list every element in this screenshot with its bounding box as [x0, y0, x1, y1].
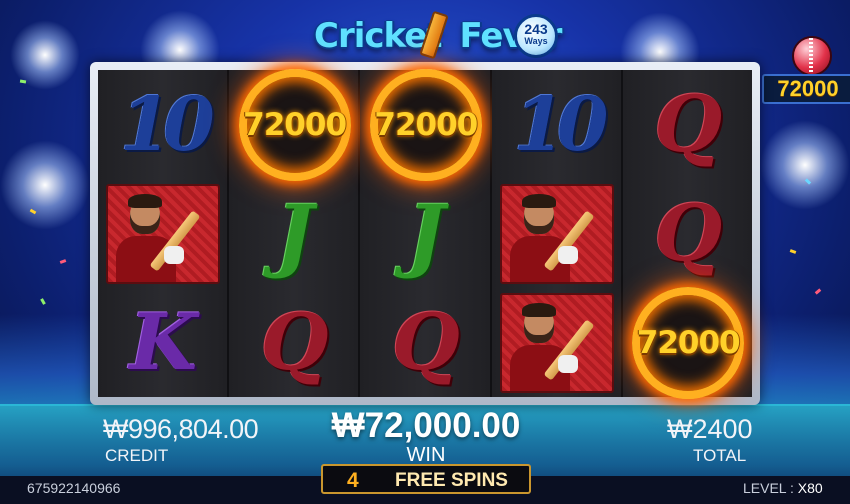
free-spins-count: 4 — [347, 469, 359, 492]
symbol-k-glyph: K — [129, 296, 198, 388]
player-glove — [164, 245, 185, 264]
stadium-light — [760, 120, 850, 210]
cricket-ball-icon — [792, 36, 832, 76]
confetti — [814, 288, 822, 295]
symbol-10: 10 — [98, 70, 229, 179]
game-logo: Cricket Fever 243 Ways — [308, 8, 562, 64]
symbol-q-glyph: Q — [654, 187, 723, 279]
symbol-cricketer — [492, 179, 623, 288]
jackpot-box: 72000 — [762, 74, 850, 104]
player-hair — [522, 193, 556, 208]
free-spins-label: FREE SPINS — [395, 470, 508, 491]
symbol-cricketer — [492, 288, 623, 397]
credit-value: ₩996,804.00 — [103, 414, 259, 444]
fire-ball-value: 72000 — [636, 324, 741, 361]
symbol-fire-ball: 72000 — [229, 68, 360, 181]
player-hair — [522, 302, 556, 317]
ways-badge: 243 Ways — [514, 14, 558, 58]
reel-4: 10 — [491, 70, 623, 397]
win-value: ₩72,000.00 — [331, 406, 521, 445]
fire-ball-value: 72000 — [243, 106, 347, 143]
stadium-light — [0, 140, 90, 230]
symbol-j-glyph: J — [406, 186, 445, 281]
symbol-10-glyph: 10 — [513, 81, 609, 168]
reel-2: 72000 J Q — [229, 68, 361, 397]
reel-grid[interactable]: 10 K 72000 J Q 72000 J Q 10 Q Q 72000 — [98, 68, 754, 399]
symbol-10-glyph: 10 — [119, 81, 215, 168]
level-indicator: LEVEL : X80 — [743, 480, 823, 496]
jackpot-display: 72000 — [762, 36, 850, 104]
symbol-q-glyph: Q — [654, 78, 723, 170]
session-id: 675922140966 — [27, 480, 121, 496]
symbol-fire-ball: 72000 — [623, 286, 754, 399]
symbol-q: Q — [623, 70, 754, 179]
fire-ball-value: 72000 — [374, 106, 478, 143]
level-value: X80 — [797, 480, 823, 496]
confetti — [59, 259, 67, 264]
confetti — [789, 249, 797, 254]
symbol-j-glyph: J — [275, 186, 314, 281]
reel-5: Q Q 72000 — [622, 70, 754, 399]
symbol-q-glyph: Q — [391, 296, 460, 388]
symbol-q: Q — [623, 179, 754, 288]
free-spins-counter: 4 FREE SPINS — [321, 464, 531, 494]
symbol-q: Q — [360, 288, 491, 397]
symbol-j: J — [229, 179, 360, 288]
cricketer-icon — [106, 183, 221, 284]
player-glove — [558, 245, 578, 264]
player-hair — [128, 193, 163, 208]
player-glove — [558, 354, 578, 373]
level-label: LEVEL : — [743, 480, 794, 496]
credit-label: CREDIT — [105, 446, 169, 465]
reel-frame: 10 K 72000 J Q 72000 J Q 10 Q Q 72000 — [90, 62, 760, 405]
confetti — [40, 298, 46, 305]
symbol-j: J — [360, 179, 491, 288]
symbol-10: 10 — [492, 70, 623, 179]
cricketer-icon — [500, 183, 614, 284]
ways-number: 243 — [524, 21, 548, 37]
ways-label: Ways — [524, 36, 548, 46]
symbol-cricketer — [98, 179, 229, 288]
reel-3: 72000 J Q — [360, 68, 492, 397]
jackpot-value: 72000 — [777, 76, 839, 101]
reel-1: 10 K — [98, 70, 230, 397]
total-bet-value[interactable]: ₩2400 — [667, 414, 753, 445]
confetti — [19, 79, 27, 84]
symbol-k: K — [98, 288, 229, 397]
total-bet-label: TOTAL — [693, 446, 747, 465]
symbol-q: Q — [229, 288, 360, 397]
symbol-q-glyph: Q — [260, 296, 329, 388]
symbol-fire-ball: 72000 — [360, 68, 491, 181]
cricketer-icon — [500, 292, 614, 393]
